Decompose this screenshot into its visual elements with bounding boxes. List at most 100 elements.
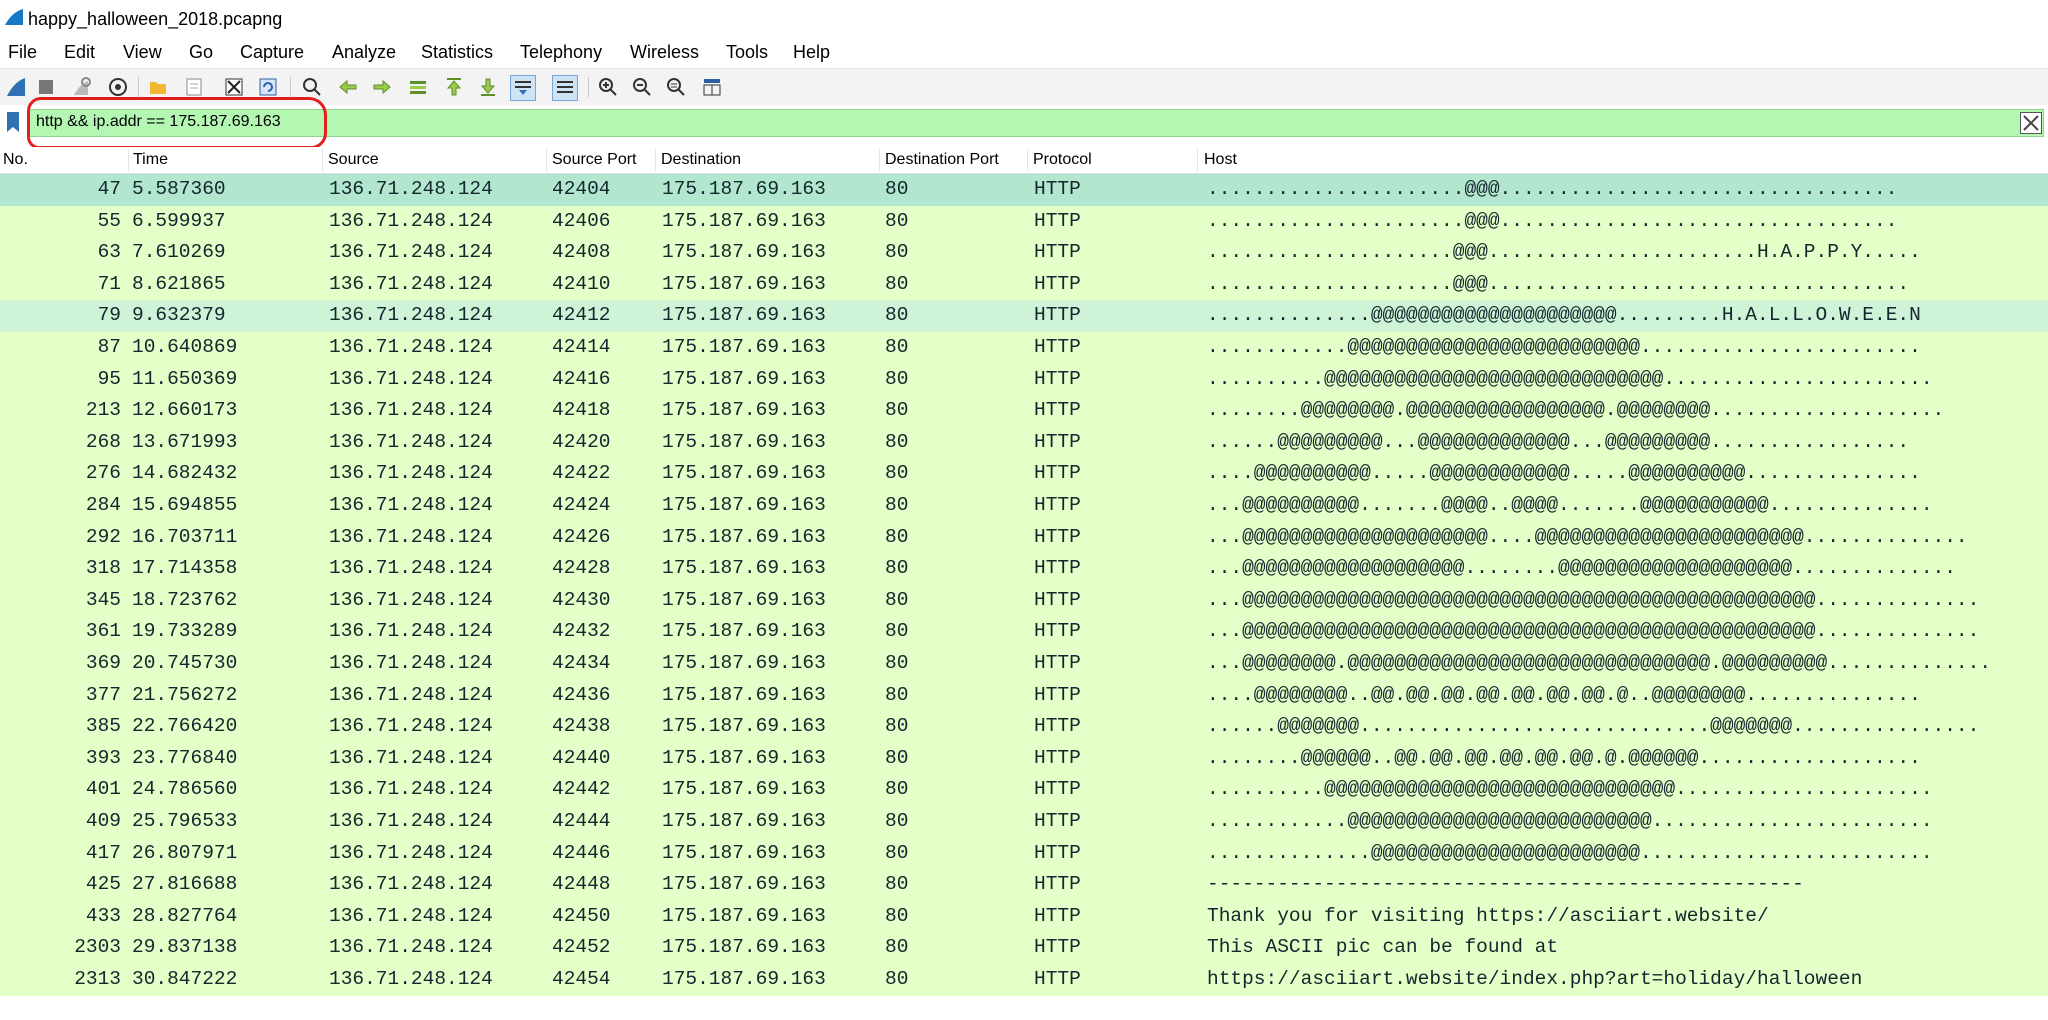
destination-port-cell: 80 <box>885 652 909 674</box>
packet-row[interactable]: 276 14.682432 136.71.248.124 42422 175.187.6… <box>0 458 2048 490</box>
packet-row[interactable]: 55 6.599937 136.71.248.124 42406 175.187.69.… <box>0 205 2048 238</box>
time-cell: 15.694855 <box>132 494 238 516</box>
menu-analyze[interactable]: Analyze <box>332 42 396 63</box>
packet-row[interactable]: 87 10.640869 136.71.248.124 42414 175.187.69… <box>0 332 2048 364</box>
column-header-source-port[interactable]: Source Port <box>552 151 636 169</box>
destination-port-cell: 80 <box>885 810 909 832</box>
host-cell: ----------------------------------------… <box>1207 873 1804 896</box>
menu-go[interactable]: Go <box>189 42 213 63</box>
time-cell: 21.756272 <box>132 683 238 706</box>
destination-port-cell: 80 <box>885 588 909 611</box>
menu-view[interactable]: View <box>123 42 162 63</box>
number-cell: 79 <box>97 304 121 327</box>
packet-row[interactable]: 63 7.610269 136.71.248.124 42408 175.187.69.… <box>0 237 2048 269</box>
destination-cell: 175.187.69.163 <box>662 430 826 453</box>
source-port-cell: 42406 <box>552 209 611 232</box>
packet-row[interactable]: 401 24.786560 136.71.248.124 42442 175.187.6… <box>0 774 2048 806</box>
menu-wireless[interactable]: Wireless <box>630 42 699 63</box>
number-cell: 47 <box>97 178 121 200</box>
last-packet-icon[interactable] <box>476 75 500 99</box>
bookmark-icon[interactable] <box>5 111 21 133</box>
menu-tools[interactable]: Tools <box>726 42 768 63</box>
packet-row[interactable]: 377 21.756272 136.71.248.124 42436 175.187.6… <box>0 679 2048 712</box>
packet-row[interactable]: 345 18.723762 136.71.248.124 42430 175.187.6… <box>0 584 2048 617</box>
go-back-icon[interactable] <box>336 75 360 99</box>
column-header-time[interactable]: Time <box>133 151 168 169</box>
column-header-source[interactable]: Source <box>328 151 379 169</box>
protocol-cell: HTTP <box>1034 652 1081 674</box>
first-packet-icon[interactable] <box>442 75 466 99</box>
protocol-cell: HTTP <box>1034 588 1081 611</box>
go-forward-icon[interactable] <box>370 75 394 99</box>
packet-row[interactable]: 433 28.827764 136.71.248.124 42450 175.187.6… <box>0 900 2048 933</box>
source-port-cell: 42414 <box>552 336 611 358</box>
source-cell: 136.71.248.124 <box>329 810 493 832</box>
host-cell: ........@@@@@@..@@.@@.@@.@@.@@.@@.@.@@@@… <box>1207 746 1921 769</box>
packet-row[interactable]: 425 27.816688 136.71.248.124 42448 175.187.6… <box>0 869 2048 901</box>
protocol-cell: HTTP <box>1034 272 1081 295</box>
close-file-icon[interactable] <box>222 75 246 99</box>
packet-row[interactable]: 2313 30.847222 136.71.248.124 42454 175.187.… <box>0 964 2048 996</box>
column-header-no[interactable]: No. <box>3 151 28 169</box>
host-cell: ..........@@@@@@@@@@@@@@@@@@@@@@@@@@@@@@… <box>1207 778 1933 801</box>
capture-options-icon[interactable] <box>106 75 130 99</box>
stop-capture-icon[interactable] <box>34 75 58 99</box>
menu-edit[interactable]: Edit <box>64 42 95 63</box>
destination-port-cell: 80 <box>885 557 909 580</box>
source-port-cell: 42448 <box>552 873 611 896</box>
packet-row[interactable]: 318 17.714358 136.71.248.124 42428 175.187.6… <box>0 553 2048 585</box>
packet-row[interactable]: 213 12.660173 136.71.248.124 42418 175.187.6… <box>0 395 2048 427</box>
packet-row[interactable]: 292 16.703711 136.71.248.124 42426 175.187.6… <box>0 521 2048 554</box>
packet-row[interactable]: 47 5.587360 136.71.248.124 42404 175.187.69.… <box>0 174 2048 206</box>
host-cell: ..............@@@@@@@@@@@@@@@@@@@@@.....… <box>1207 304 1921 327</box>
autoscroll-icon[interactable] <box>510 75 536 101</box>
packet-row[interactable]: 95 11.650369 136.71.248.124 42416 175.187.69… <box>0 363 2048 396</box>
destination-cell: 175.187.69.163 <box>662 557 826 580</box>
open-file-icon[interactable] <box>146 75 170 99</box>
restart-capture-icon[interactable] <box>70 75 94 99</box>
destination-cell: 175.187.69.163 <box>662 272 826 295</box>
packet-row[interactable]: 417 26.807971 136.71.248.124 42446 175.187.6… <box>0 837 2048 870</box>
zoom-in-icon[interactable] <box>596 75 620 99</box>
source-cell: 136.71.248.124 <box>329 178 493 200</box>
packet-row[interactable]: 284 15.694855 136.71.248.124 42424 175.187.6… <box>0 490 2048 522</box>
packet-row[interactable]: 369 20.745730 136.71.248.124 42434 175.187.6… <box>0 648 2048 680</box>
packet-row[interactable]: 385 22.766420 136.71.248.124 42438 175.187.6… <box>0 711 2048 743</box>
packet-row[interactable]: 79 9.632379 136.71.248.124 42412 175.187.69.… <box>0 300 2048 332</box>
save-file-icon[interactable] <box>182 75 206 99</box>
go-to-packet-icon[interactable] <box>406 75 430 99</box>
find-packet-icon[interactable] <box>300 75 324 99</box>
source-port-cell: 42452 <box>552 936 611 959</box>
packet-row[interactable]: 409 25.796533 136.71.248.124 42444 175.187.6… <box>0 806 2048 838</box>
reload-file-icon[interactable] <box>256 75 280 99</box>
clear-filter-icon[interactable] <box>2020 112 2042 134</box>
host-cell: ..........@@@@@@@@@@@@@@@@@@@@@@@@@@@@@.… <box>1207 367 1933 390</box>
packet-row[interactable]: 268 13.671993 136.71.248.124 42420 175.187.6… <box>0 426 2048 459</box>
column-header-host[interactable]: Host <box>1204 151 1237 169</box>
menu-statistics[interactable]: Statistics <box>421 42 493 63</box>
menu-telephony[interactable]: Telephony <box>520 42 602 63</box>
menu-help[interactable]: Help <box>793 42 830 63</box>
resize-columns-icon[interactable] <box>700 75 724 99</box>
host-cell: ...@@@@@@@@@@.......@@@@..@@@@.......@@@… <box>1207 494 1933 516</box>
zoom-out-icon[interactable] <box>630 75 654 99</box>
packet-row[interactable]: 71 8.621865 136.71.248.124 42410 175.187.69.… <box>0 268 2048 301</box>
packet-row[interactable]: 361 19.733289 136.71.248.124 42432 175.187.6… <box>0 616 2048 648</box>
source-cell: 136.71.248.124 <box>329 936 493 959</box>
host-cell: Thank you for visiting https://asciiart.… <box>1207 904 1769 927</box>
protocol-cell: HTTP <box>1034 430 1081 453</box>
packet-row[interactable]: 2303 29.837138 136.71.248.124 42452 175.187.… <box>0 932 2048 964</box>
packet-row[interactable]: 393 23.776840 136.71.248.124 42440 175.187.6… <box>0 742 2048 775</box>
number-cell: 95 <box>97 367 121 390</box>
column-header-destination[interactable]: Destination <box>661 151 741 169</box>
display-filter-input[interactable] <box>28 109 2044 137</box>
start-capture-icon[interactable] <box>4 75 28 99</box>
menu-capture[interactable]: Capture <box>240 42 304 63</box>
column-header-protocol[interactable]: Protocol <box>1033 151 1092 169</box>
menu-file[interactable]: File <box>8 42 37 63</box>
column-header-destination-port[interactable]: Destination Port <box>885 151 999 169</box>
source-port-cell: 42438 <box>552 715 611 738</box>
colorize-icon[interactable] <box>552 75 578 101</box>
normal-size-icon[interactable] <box>664 75 688 99</box>
protocol-cell: HTTP <box>1034 304 1081 327</box>
